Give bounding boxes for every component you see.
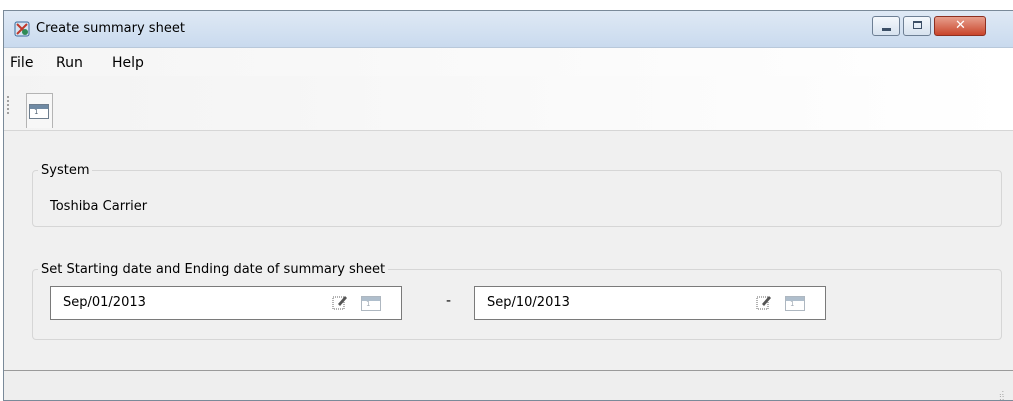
calendar-icon-label: 1 xyxy=(34,108,39,116)
window-title: Create summary sheet xyxy=(36,21,185,36)
menu-help[interactable]: Help xyxy=(112,55,144,71)
toolbar: 1 xyxy=(4,76,1013,130)
date-range-separator: - xyxy=(446,293,452,309)
system-value: Toshiba Carrier xyxy=(50,199,148,214)
title-bar[interactable]: Create summary sheet ✕ xyxy=(4,11,1013,48)
calendar-icon: 1 xyxy=(29,104,49,119)
menu-run[interactable]: Run xyxy=(56,55,83,71)
app-icon xyxy=(14,21,30,37)
toolbar-grip[interactable] xyxy=(7,96,11,114)
end-calendar-icon[interactable]: 1 xyxy=(785,296,805,311)
end-date-field[interactable]: Sep/10/2013 1 xyxy=(474,286,826,320)
start-date-value: Sep/01/2013 xyxy=(63,295,146,310)
maximize-button[interactable] xyxy=(903,16,931,36)
main-panel: System Toshiba Carrier Set Starting date… xyxy=(4,130,1013,371)
date-range-group: Set Starting date and Ending date of sum… xyxy=(32,262,1002,340)
start-date-field[interactable]: Sep/01/2013 1 xyxy=(50,286,402,320)
maximize-icon xyxy=(913,21,922,29)
date-range-legend: Set Starting date and Ending date of sum… xyxy=(41,262,386,277)
close-button[interactable]: ✕ xyxy=(934,16,986,36)
end-calendar-icon-label: 1 xyxy=(790,300,795,308)
system-group: System Toshiba Carrier xyxy=(32,163,1002,227)
app-window: Create summary sheet ✕ File Run Help 1 S… xyxy=(3,10,1013,401)
toolbar-tab-calendar[interactable]: 1 xyxy=(26,93,53,128)
status-bar: .::: xyxy=(4,370,1013,401)
edit-date-icon[interactable] xyxy=(756,294,772,310)
start-calendar-icon[interactable]: 1 xyxy=(361,296,381,311)
edit-date-icon[interactable] xyxy=(332,294,348,310)
start-calendar-icon-label: 1 xyxy=(366,300,371,308)
resize-grip-icon[interactable]: .::: xyxy=(999,389,1009,401)
menu-file[interactable]: File xyxy=(10,55,33,71)
end-date-value: Sep/10/2013 xyxy=(487,295,570,310)
system-legend: System xyxy=(41,163,90,178)
menu-bar: File Run Help xyxy=(4,48,1013,76)
close-icon: ✕ xyxy=(955,18,966,33)
minimize-button[interactable] xyxy=(872,16,900,36)
minimize-icon xyxy=(882,28,891,31)
